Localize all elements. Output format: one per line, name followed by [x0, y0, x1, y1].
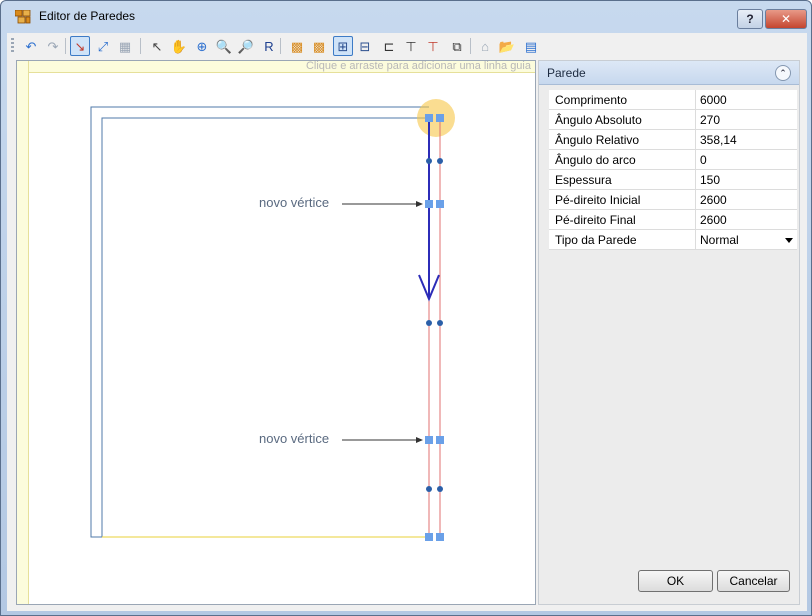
property-value[interactable]: 6000 — [696, 90, 797, 109]
close-button[interactable]: ✕ — [765, 9, 807, 29]
wall-block-icon[interactable]: ▩ — [287, 36, 307, 56]
roof-icon[interactable]: ⌂ — [475, 36, 495, 56]
measure-icon[interactable]: ⊤ — [401, 36, 421, 56]
property-row-absolute-angle[interactable]: Ângulo Absoluto 270 — [549, 110, 797, 130]
wall-editor-app-icon — [15, 10, 31, 24]
wall-type-select[interactable]: Normal — [696, 230, 797, 249]
wall-drawing — [90, 99, 455, 541]
drawing-canvas[interactable]: Clique e arraste para adicionar uma linh… — [16, 60, 536, 605]
vertex-handle — [425, 436, 433, 444]
cancel-button[interactable]: Cancelar — [717, 570, 790, 592]
toolbar-grip[interactable] — [11, 38, 14, 54]
property-row-end-height[interactable]: Pé-direito Final 2600 — [549, 210, 797, 230]
vertex-handle — [425, 200, 433, 208]
toolbar-separator — [470, 38, 471, 54]
vertex-handle — [436, 436, 444, 444]
zoom-in-icon[interactable]: 🔍 — [214, 36, 234, 56]
property-name: Pé-direito Inicial — [549, 190, 696, 209]
undo-icon[interactable]: ↶ — [21, 36, 41, 56]
editor-window: Editor de Paredes ? ✕ ↶ ↷ ↘ ⤢ ▦ ↖ ✋ ⊕ 🔍 🔎 R ▩ ▩ ⊞ ⊟ ⊏ ⊤ ⊤… — [0, 0, 812, 616]
export-icon[interactable]: ▤ — [521, 36, 541, 56]
vertex-handle — [436, 114, 444, 122]
properties-panel: Parede ⌃ Comprimento 6000 Ângulo Absolut… — [538, 60, 800, 605]
pan-hand-icon[interactable]: ✋ — [169, 36, 189, 56]
vertex-handle — [436, 533, 444, 541]
add-vertex-icon[interactable]: ⊞ — [333, 36, 353, 56]
zoom-out-icon[interactable]: 🔎 — [236, 36, 256, 56]
import-icon[interactable]: 📂 — [497, 36, 517, 56]
property-value[interactable]: 2600 — [696, 190, 797, 209]
toolbar-separator — [280, 38, 281, 54]
redo-icon[interactable]: ↷ — [43, 36, 63, 56]
property-value[interactable]: 270 — [696, 110, 797, 129]
property-value[interactable]: 2600 — [696, 210, 797, 229]
vertex-handle — [436, 200, 444, 208]
property-grid: Comprimento 6000 Ângulo Absoluto 270 Âng… — [549, 90, 797, 250]
new-vertex-label: novo vértice — [259, 431, 330, 446]
property-row-start-height[interactable]: Pé-direito Inicial 2600 — [549, 190, 797, 210]
vertex-handle — [425, 114, 433, 122]
property-name: Espessura — [549, 170, 696, 189]
remove-vertex-icon[interactable]: ⊟ — [355, 36, 375, 56]
property-row-length[interactable]: Comprimento 6000 — [549, 90, 797, 110]
annotation-arrowhead — [416, 201, 423, 207]
grid-icon[interactable]: ▦ — [115, 36, 135, 56]
wall-block-add-icon[interactable]: ▩ — [309, 36, 329, 56]
mark-icon[interactable]: ⊤ — [423, 36, 443, 56]
property-name: Ângulo Relativo — [549, 130, 696, 149]
new-vertex-label: novo vértice — [259, 195, 330, 210]
property-name: Pé-direito Final — [549, 210, 696, 229]
redraw-icon[interactable]: R — [259, 36, 279, 56]
window-title: Editor de Paredes — [39, 9, 136, 23]
split-wall-icon[interactable]: ⤢ — [93, 36, 113, 56]
property-row-wall-type[interactable]: Tipo da Parede Normal — [549, 230, 797, 250]
properties-title: Parede — [547, 66, 586, 80]
outer-wall-outline — [90, 106, 429, 538]
toolbar-separator — [65, 38, 66, 54]
toolbar: ↶ ↷ ↘ ⤢ ▦ ↖ ✋ ⊕ 🔍 🔎 R ▩ ▩ ⊞ ⊟ ⊏ ⊤ ⊤ ⧉ ⌂ 📂 ▤ — [7, 33, 807, 59]
align-icon[interactable]: ⊏ — [379, 36, 399, 56]
property-row-relative-angle[interactable]: Ângulo Relativo 358,14 — [549, 130, 797, 150]
zoom-extents-icon[interactable]: ⊕ — [192, 36, 212, 56]
midpoint-dot — [437, 320, 443, 326]
property-name: Ângulo Absoluto — [549, 110, 696, 129]
help-button[interactable]: ? — [737, 9, 763, 29]
title-bar[interactable]: Editor de Paredes ? ✕ — [1, 1, 811, 31]
select-pointer-icon[interactable]: ↖ — [147, 36, 167, 56]
property-name: Comprimento — [549, 90, 696, 109]
dropdown-arrow-icon[interactable] — [785, 238, 793, 243]
property-value[interactable]: 150 — [696, 170, 797, 189]
property-value[interactable]: 0 — [696, 150, 797, 169]
property-name: Ângulo do arco — [549, 150, 696, 169]
annotation-arrowhead — [416, 437, 423, 443]
midpoint-dot — [437, 486, 443, 492]
property-value[interactable]: 358,14 — [696, 130, 797, 149]
property-row-arc-angle[interactable]: Ângulo do arco 0 — [549, 150, 797, 170]
midpoint-dot — [426, 158, 432, 164]
property-name: Tipo da Parede — [549, 230, 696, 249]
midpoint-dot — [426, 320, 432, 326]
copy-icon[interactable]: ⧉ — [447, 36, 467, 56]
vertex-handle — [425, 533, 433, 541]
inner-wall-outline — [101, 117, 429, 537]
wall-type-value: Normal — [700, 233, 739, 247]
toolbar-separator — [140, 38, 141, 54]
midpoint-dot — [437, 158, 443, 164]
client-area: ↶ ↷ ↘ ⤢ ▦ ↖ ✋ ⊕ 🔍 🔎 R ▩ ▩ ⊞ ⊟ ⊏ ⊤ ⊤ ⧉ ⌂ 📂 ▤ Clique e arraste … — [7, 33, 807, 611]
midpoint-dot — [426, 486, 432, 492]
ok-button[interactable]: OK — [638, 570, 713, 592]
properties-header[interactable]: Parede ⌃ — [539, 61, 799, 85]
collapse-chevron-icon[interactable]: ⌃ — [775, 65, 791, 81]
draw-wall-icon[interactable]: ↘ — [70, 36, 90, 56]
property-row-thickness[interactable]: Espessura 150 — [549, 170, 797, 190]
